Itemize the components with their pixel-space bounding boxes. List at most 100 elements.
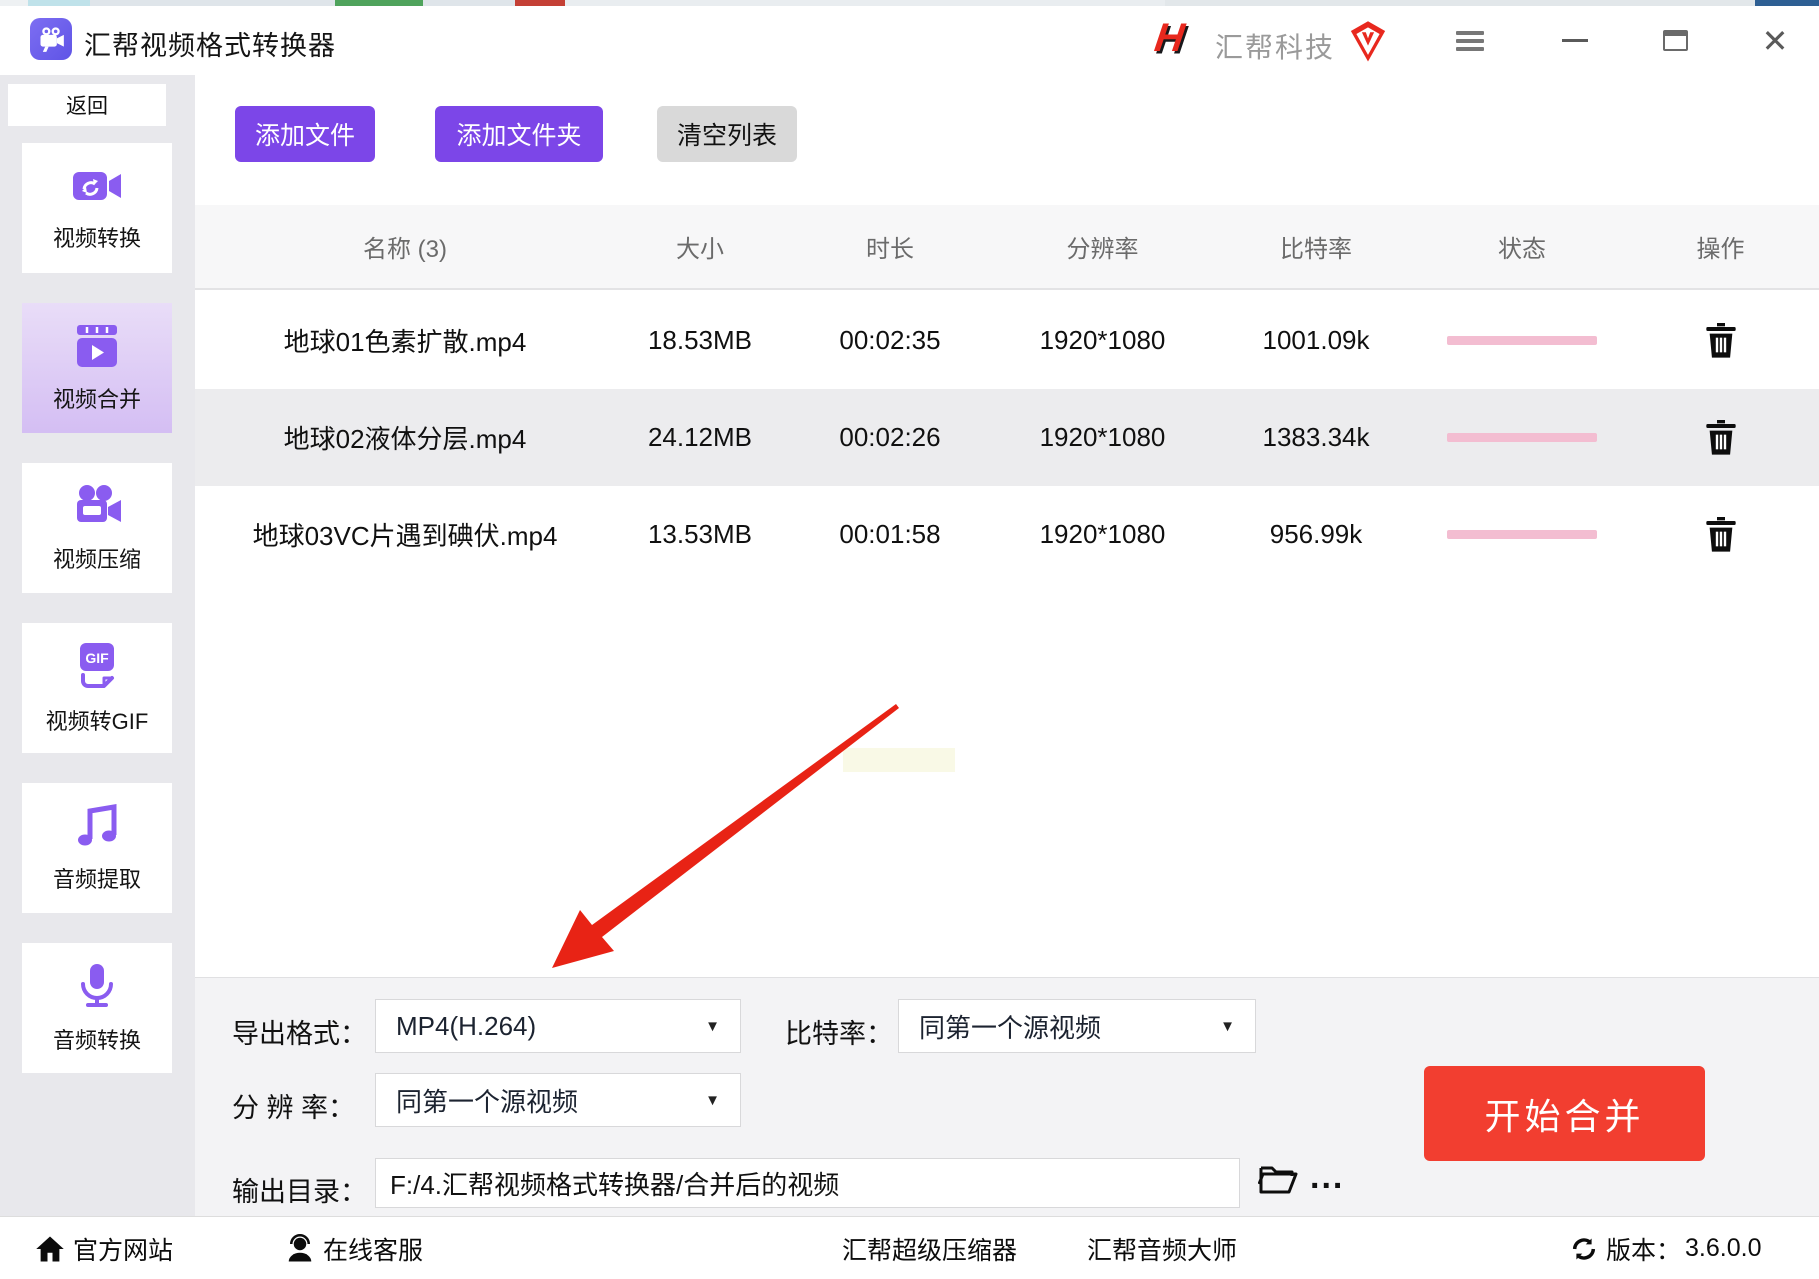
resolution-value: 同第一个源视频 (396, 1082, 578, 1119)
folder-icon (1258, 1162, 1298, 1196)
footer-bar: 官方网站 在线客服 汇帮超级压缩器 汇帮音频大师 版本：3.6.0.0 (0, 1216, 1819, 1279)
sidebar-item-video-merge[interactable]: 视频合并 (22, 303, 172, 433)
column-header-action: 操作 (1622, 229, 1819, 264)
file-bitrate: 1001.09k (1210, 325, 1422, 356)
progress-bar (1447, 530, 1597, 539)
bitrate-label: 比特率： (785, 1012, 893, 1051)
output-dir-input[interactable]: F:/4.汇帮视频格式转换器/合并后的视频 (375, 1158, 1240, 1208)
column-header-name: 名称 (3) (195, 229, 615, 264)
online-service-label: 在线客服 (323, 1231, 423, 1267)
trash-icon (1705, 323, 1737, 359)
trash-icon (1705, 420, 1737, 456)
version-info: 版本：3.6.0.0 (1570, 1217, 1761, 1279)
column-header-bitrate: 比特率 (1210, 229, 1422, 264)
table-row[interactable]: 地球01色素扩散.mp4 18.53MB 00:02:35 1920*1080 … (195, 292, 1819, 389)
progress-bar (1447, 336, 1597, 345)
add-file-button[interactable]: 添加文件 (235, 106, 375, 162)
sidebar: 返回 视频转换 视频合并 (0, 75, 195, 1216)
super-compressor-link[interactable]: 汇帮超级压缩器 (842, 1217, 1017, 1279)
audio-extract-icon (73, 803, 121, 854)
export-format-value: MP4(H.264) (396, 1011, 536, 1042)
settings-panel: 导出格式： MP4(H.264) ▼ 比特率： 同第一个源视频 ▼ 分 辨 率：… (195, 977, 1819, 1216)
export-format-dropdown[interactable]: MP4(H.264) ▼ (375, 999, 741, 1053)
sidebar-item-label: 音频提取 (53, 862, 141, 894)
more-options-button[interactable]: ... (1310, 1158, 1344, 1197)
add-folder-button[interactable]: 添加文件夹 (435, 106, 603, 162)
column-header-duration: 时长 (785, 229, 995, 264)
brand-name: 汇帮科技 (1215, 26, 1335, 66)
table-row[interactable]: 地球02液体分层.mp4 24.12MB 00:02:26 1920*1080 … (195, 389, 1819, 486)
sidebar-item-label: 视频压缩 (53, 542, 141, 574)
clear-list-button[interactable]: 清空列表 (657, 106, 797, 162)
file-resolution: 1920*1080 (995, 325, 1210, 356)
maximize-button[interactable] (1640, 6, 1710, 75)
sidebar-item-label: 视频合并 (53, 382, 141, 414)
sidebar-item-video-compress[interactable]: 视频压缩 (22, 463, 172, 593)
sidebar-item-label: 音频转换 (53, 1023, 141, 1055)
file-table-header: 名称 (3) 大小 时长 分辨率 比特率 状态 操作 (195, 205, 1819, 290)
video-convert-icon (71, 164, 123, 213)
video-to-gif-icon: GIF (73, 641, 121, 696)
delete-file-button[interactable] (1622, 323, 1819, 359)
official-site-link[interactable]: 官方网站 (35, 1217, 173, 1279)
file-resolution: 1920*1080 (995, 519, 1210, 550)
verified-badge-icon (1348, 20, 1388, 69)
sidebar-item-video-to-gif[interactable]: GIF 视频转GIF (22, 623, 172, 753)
audio-convert-icon (75, 962, 119, 1015)
resolution-dropdown[interactable]: 同第一个源视频 ▼ (375, 1073, 741, 1127)
browse-folder-button[interactable] (1258, 1162, 1298, 1201)
export-format-label: 导出格式： (232, 1012, 367, 1051)
bitrate-value: 同第一个源视频 (919, 1008, 1101, 1045)
column-header-status: 状态 (1422, 229, 1622, 264)
video-compress-icon (71, 483, 123, 534)
sidebar-item-audio-convert[interactable]: 音频转换 (22, 943, 172, 1073)
audio-master-link[interactable]: 汇帮音频大师 (1087, 1217, 1237, 1279)
customer-service-icon (285, 1234, 315, 1264)
chevron-down-icon: ▼ (705, 1018, 720, 1035)
trash-icon (1705, 517, 1737, 553)
progress-bar (1447, 433, 1597, 442)
official-site-label: 官方网站 (73, 1231, 173, 1267)
file-name: 地球02液体分层.mp4 (195, 419, 615, 456)
table-row[interactable]: 地球03VC片遇到碘伏.mp4 13.53MB 00:01:58 1920*10… (195, 486, 1819, 583)
column-header-size: 大小 (615, 229, 785, 264)
watermark (843, 748, 955, 772)
menu-button[interactable] (1435, 6, 1505, 75)
delete-file-button[interactable] (1622, 420, 1819, 456)
file-bitrate: 1383.34k (1210, 422, 1422, 453)
resolution-label: 分 辨 率： (232, 1086, 355, 1125)
svg-text:GIF: GIF (85, 650, 109, 666)
chevron-down-icon: ▼ (705, 1092, 720, 1109)
bitrate-dropdown[interactable]: 同第一个源视频 ▼ (898, 999, 1256, 1053)
start-merge-button[interactable]: 开始合并 (1424, 1066, 1705, 1161)
sidebar-item-label: 视频转GIF (46, 704, 149, 736)
back-button[interactable]: 返回 (8, 84, 166, 126)
version-label: 版本： (1606, 1231, 1681, 1267)
file-duration: 00:02:26 (785, 422, 995, 453)
file-size: 24.12MB (615, 422, 785, 453)
sidebar-item-video-convert[interactable]: 视频转换 (22, 143, 172, 273)
output-dir-label: 输出目录： (232, 1170, 367, 1209)
sidebar-item-label: 视频转换 (53, 221, 141, 253)
window-title: 汇帮视频格式转换器 (84, 24, 336, 63)
brand-h-logo-icon: H (1152, 16, 1187, 61)
main-area: 添加文件 添加文件夹 清空列表 名称 (3) 大小 时长 分辨率 比特率 状态 … (195, 75, 1819, 1216)
file-duration: 00:01:58 (785, 519, 995, 550)
sidebar-item-audio-extract[interactable]: 音频提取 (22, 783, 172, 913)
version-value: 3.6.0.0 (1685, 1234, 1761, 1263)
close-button[interactable]: ✕ (1740, 6, 1810, 75)
video-merge-icon (73, 323, 121, 374)
file-duration: 00:02:35 (785, 325, 995, 356)
delete-file-button[interactable] (1622, 517, 1819, 553)
file-resolution: 1920*1080 (995, 422, 1210, 453)
chevron-down-icon: ▼ (1220, 1018, 1235, 1035)
file-name: 地球03VC片遇到碘伏.mp4 (195, 516, 615, 553)
file-name: 地球01色素扩散.mp4 (195, 322, 615, 359)
refresh-icon (1570, 1235, 1598, 1263)
home-icon (35, 1234, 65, 1264)
file-size: 18.53MB (615, 325, 785, 356)
online-service-link[interactable]: 在线客服 (285, 1217, 423, 1279)
minimize-button[interactable] (1540, 6, 1610, 75)
title-bar: 汇帮视频格式转换器 H 汇帮科技 ✕ (0, 6, 1819, 75)
file-size: 13.53MB (615, 519, 785, 550)
